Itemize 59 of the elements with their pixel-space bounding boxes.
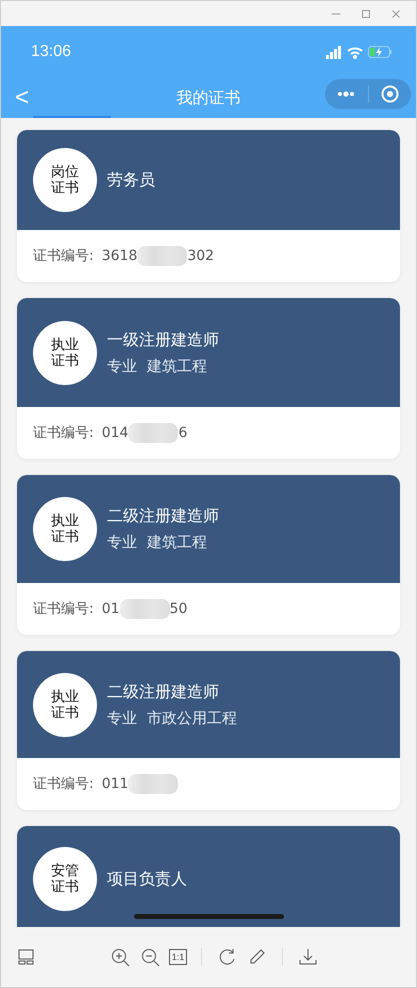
- zoom-out-button[interactable]: [139, 946, 161, 968]
- rotate-icon: [218, 948, 236, 966]
- number-label: 证书编号:: [33, 600, 94, 618]
- certificate-name: 一级注册建造师: [107, 330, 219, 350]
- wifi-icon: [347, 46, 363, 58]
- certificate-card[interactable]: 执业 证书 二级注册建造师 专业 建筑工程 证书编号: 01 50: [17, 475, 400, 635]
- target-icon: [380, 85, 399, 103]
- zoom-out-icon: [140, 948, 160, 966]
- certificate-name: 项目负责人: [107, 868, 187, 890]
- certificate-number: 50: [170, 601, 188, 617]
- number-label: 证书编号:: [33, 424, 94, 442]
- pencil-icon: [248, 948, 266, 966]
- certificate-number: 6: [178, 425, 188, 441]
- close-icon: [390, 8, 402, 20]
- badge-text: 执业: [51, 513, 79, 529]
- badge-text: 证书: [51, 879, 79, 895]
- certificate-card[interactable]: 安管 证书 项目负责人: [17, 826, 400, 927]
- certificate-card[interactable]: 执业 证书 一级注册建造师 专业 建筑工程 证书编号: 014 6: [17, 298, 400, 459]
- certificate-number: 302: [187, 248, 214, 264]
- certificate-name: 劳务员: [107, 170, 155, 190]
- blurred-number: [120, 599, 170, 619]
- number-label: 证书编号:: [33, 775, 94, 793]
- badge-text: 执业: [51, 688, 79, 704]
- certificate-card[interactable]: 执业 证书 二级注册建造师 专业 市政公用工程 证书编号: 011: [17, 651, 400, 810]
- badge-text: 岗位: [51, 164, 79, 180]
- badge-text: 证书: [51, 529, 79, 545]
- badge-text: 证书: [51, 704, 79, 720]
- actual-size-button[interactable]: 1:1: [169, 949, 187, 965]
- blurred-number: [128, 423, 178, 443]
- certificate-number: 3618: [102, 248, 138, 264]
- certificate-name: 二级注册建造师: [107, 682, 220, 702]
- download-icon: [299, 948, 317, 966]
- layout-icon: [18, 949, 34, 965]
- specialty-value: 建筑工程: [147, 533, 207, 552]
- maximize-icon: [360, 8, 372, 20]
- badge-text: 证书: [51, 352, 79, 368]
- blurred-number: [137, 246, 188, 266]
- more-icon: [337, 90, 356, 98]
- zoom-in-icon: [110, 948, 130, 966]
- specialty-value: 市政公用工程: [147, 708, 237, 728]
- certificate-number: 011: [102, 776, 128, 792]
- certificate-number: 014: [102, 425, 128, 441]
- certificate-number: 01: [102, 601, 120, 617]
- status-time: 13:06: [31, 43, 72, 61]
- specialty-label: 专业: [107, 533, 137, 552]
- battery-icon: [368, 46, 392, 58]
- zoom-in-button[interactable]: [109, 946, 131, 968]
- specialty-value: 建筑工程: [147, 356, 207, 376]
- badge-text: 执业: [51, 336, 79, 352]
- signal-icon: [326, 46, 342, 58]
- certificate-name: 二级注册建造师: [107, 506, 219, 527]
- page-title: 我的证书: [176, 88, 240, 108]
- blurred-number: [128, 774, 178, 794]
- specialty-label: 专业: [107, 708, 137, 728]
- badge-text: 安管: [51, 863, 79, 879]
- certificate-card[interactable]: 岗位 证书 劳务员 证书编号: 3618 302: [17, 130, 400, 282]
- specialty-label: 专业: [107, 356, 137, 376]
- badge-text: 证书: [51, 180, 79, 196]
- number-label: 证书编号:: [33, 247, 94, 265]
